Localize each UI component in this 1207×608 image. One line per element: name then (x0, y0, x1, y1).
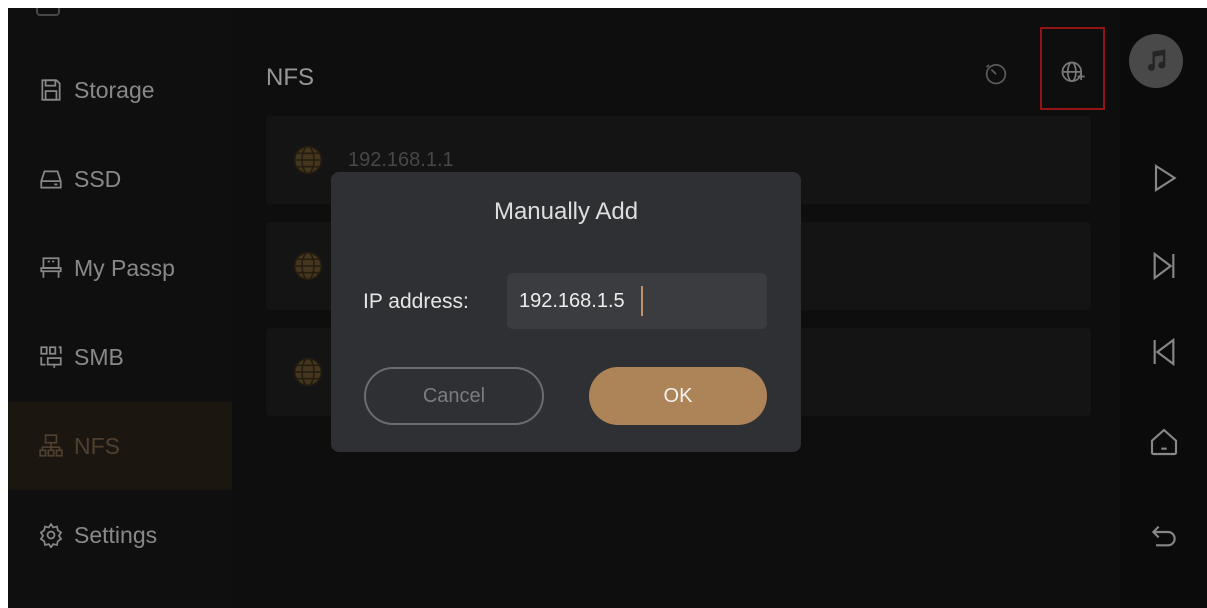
text-caret (641, 286, 643, 316)
ok-button[interactable]: OK (589, 367, 767, 425)
ip-address-input[interactable] (507, 273, 767, 329)
cancel-button[interactable]: Cancel (364, 367, 544, 425)
ip-address-label: IP address: (363, 290, 469, 313)
dialog-title: Manually Add (493, 198, 639, 225)
app-screen: Storage SSD My Passp SMB NFS Settings NF… (8, 8, 1207, 608)
manual-add-dialog: Manually Add IP address: Cancel OK (331, 172, 801, 452)
